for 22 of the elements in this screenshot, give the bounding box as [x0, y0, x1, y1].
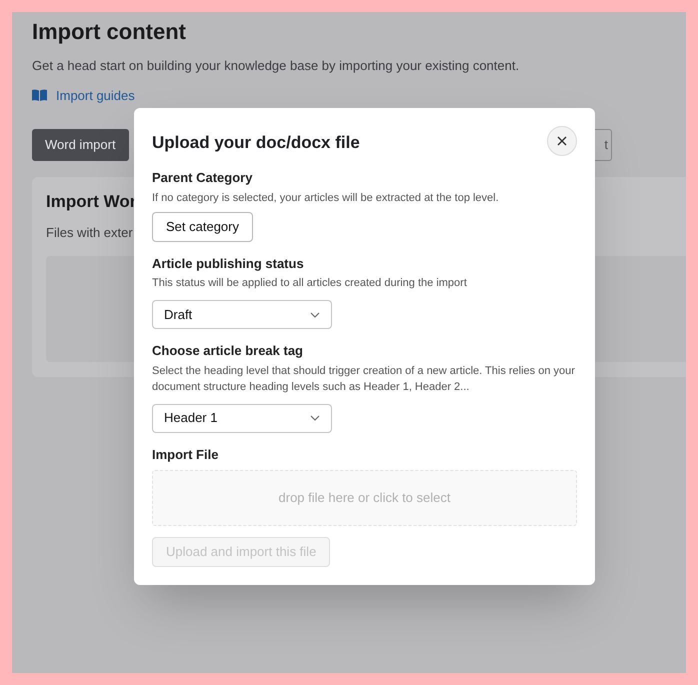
- chevron-down-icon: [310, 415, 320, 421]
- dialog-title: Upload your doc/docx file: [152, 132, 360, 154]
- close-icon: [557, 136, 567, 146]
- dropdown[interactable]: Draft: [152, 300, 332, 329]
- field-label: Parent Category: [152, 169, 254, 187]
- close-button[interactable]: [547, 126, 577, 156]
- card-description: Files with exter: [46, 224, 133, 242]
- import-guides-link[interactable]: Import guides: [56, 86, 135, 105]
- help-text: If no category is selected, your articles will be extracted at the top level.: [152, 190, 500, 206]
- book-icon: [32, 89, 47, 102]
- field-label: Import File: [152, 446, 220, 464]
- page-subtitle: Get a head start on building your knowledge base by importing your existing content.: [32, 57, 520, 75]
- field-label: Choose article break tag: [152, 342, 304, 360]
- help-text: Select the heading level that should trigger creation of a new article. This relies on your document structure heading levels such as Header 1, Header 2...: [152, 364, 576, 394]
- card-title: Import Wor: [46, 191, 136, 213]
- chevron-down-icon: [310, 312, 320, 318]
- help-text: This status will be applied to all articles created during the import: [152, 276, 468, 291]
- page-title: Import content: [32, 18, 187, 46]
- field-label: Article publishing status: [152, 254, 305, 273]
- tab[interactable]: Word import: [32, 129, 129, 161]
- dropdown[interactable]: Header 1: [152, 404, 332, 432]
- set-category-button[interactable]: Set category: [152, 212, 253, 242]
